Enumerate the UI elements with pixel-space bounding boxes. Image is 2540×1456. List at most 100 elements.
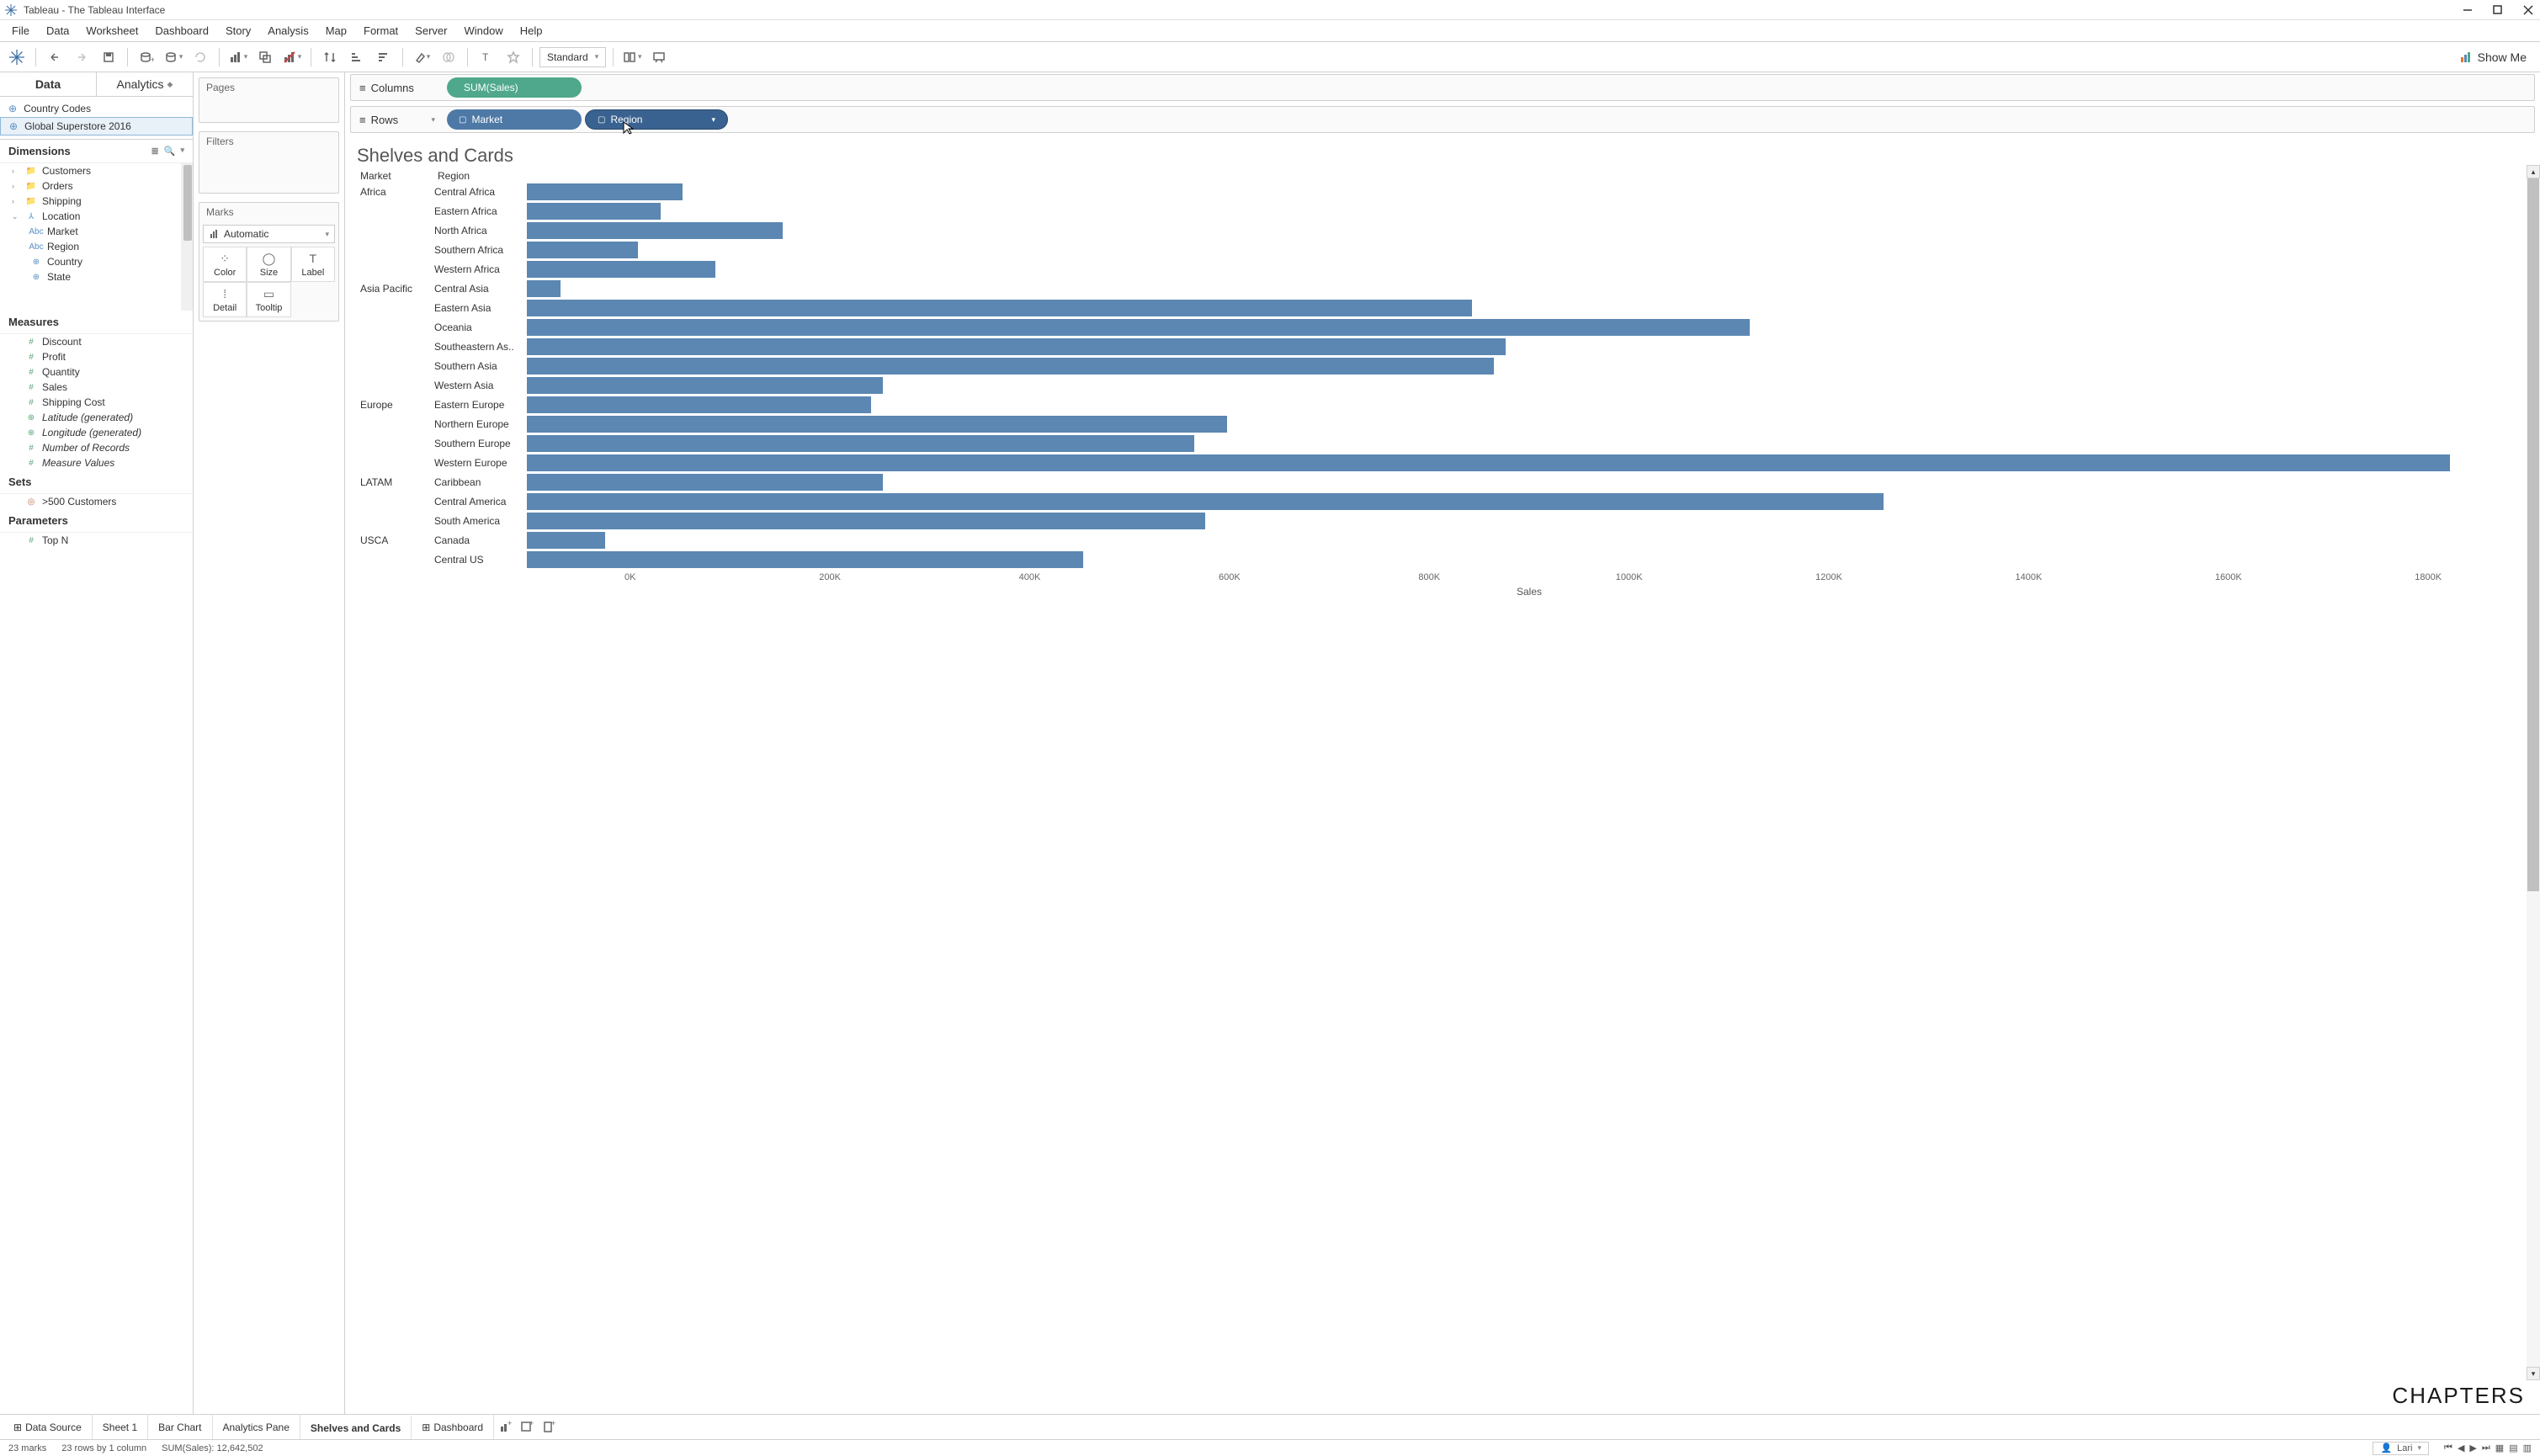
pill-region[interactable]: ▢Region▾ [585, 109, 728, 130]
menu-analysis[interactable]: Analysis [259, 20, 316, 41]
field-item[interactable]: #Number of Records [0, 440, 193, 455]
minimize-button[interactable] [2461, 3, 2474, 17]
field-item[interactable]: #Top N [0, 533, 193, 548]
field-item[interactable]: #Quantity [0, 364, 193, 380]
new-datasource-button[interactable]: + [135, 45, 158, 69]
menu-format[interactable]: Format [355, 20, 407, 41]
chart-row[interactable]: South America [357, 511, 2528, 530]
mark-label-button[interactable]: TLabel [291, 247, 335, 282]
bar[interactable] [527, 203, 661, 220]
search-icon[interactable]: 🔍 [164, 146, 176, 157]
redo-button[interactable] [70, 45, 93, 69]
chart-row[interactable]: Asia PacificCentral Asia [357, 279, 2528, 298]
duplicate-button[interactable] [253, 45, 277, 69]
menu-window[interactable]: Window [455, 20, 511, 41]
bar[interactable] [527, 551, 1083, 568]
nav-last-icon[interactable]: ⏭ [2482, 1443, 2490, 1453]
field-item[interactable]: #Shipping Cost [0, 395, 193, 410]
menu-server[interactable]: Server [407, 20, 455, 41]
sheet-tab[interactable]: Shelves and Cards [300, 1415, 412, 1439]
field-item[interactable]: #Discount [0, 334, 193, 349]
bar[interactable] [527, 222, 783, 239]
chart-row[interactable]: Southeastern As.. [357, 337, 2528, 356]
bar[interactable] [527, 300, 1472, 316]
tab-data-source[interactable]: ⊞Data Source [3, 1415, 93, 1439]
bar[interactable] [527, 319, 1750, 336]
menu-data[interactable]: Data [38, 20, 77, 41]
bar[interactable] [527, 242, 638, 258]
mark-type-dropdown[interactable]: Automatic ▾ [203, 225, 335, 243]
bar[interactable] [527, 416, 1227, 433]
field-item[interactable]: ›📁Orders [0, 178, 193, 194]
bar[interactable] [527, 338, 1506, 355]
labels-button[interactable]: T [475, 45, 498, 69]
datasource-item[interactable]: ⊕Country Codes [0, 100, 193, 117]
scroll-up-icon[interactable]: ▴ [2527, 165, 2540, 178]
sort-desc-button[interactable] [372, 45, 396, 69]
highlight-button[interactable]: ▾ [410, 45, 433, 69]
pill-market[interactable]: ▢Market [447, 109, 582, 130]
chart-row[interactable]: Western Asia [357, 375, 2528, 395]
tab-analytics[interactable]: Analytics◆ [97, 72, 193, 96]
chart-row[interactable]: Southern Europe [357, 433, 2528, 453]
view-grid-icon[interactable]: ▦ [2495, 1443, 2504, 1453]
view-list-icon[interactable]: ▥ [2523, 1443, 2532, 1453]
bar[interactable] [527, 396, 871, 413]
bar[interactable] [527, 261, 715, 278]
field-item[interactable]: ›📁Shipping [0, 194, 193, 209]
chart-row[interactable]: EuropeEastern Europe [357, 395, 2528, 414]
chart-row[interactable]: Northern Europe [357, 414, 2528, 433]
field-item[interactable]: #Sales [0, 380, 193, 395]
nav-prev-icon[interactable]: ◀ [2458, 1443, 2464, 1453]
fit-dropdown[interactable]: Standard▾ [539, 47, 606, 67]
refresh-button[interactable] [189, 45, 212, 69]
sheet-tab[interactable]: Bar Chart [148, 1415, 212, 1439]
field-item[interactable]: ⊕Longitude (generated) [0, 425, 193, 440]
new-worksheet-button[interactable]: ▾ [226, 45, 250, 69]
menu-story[interactable]: Story [217, 20, 259, 41]
pin-button[interactable] [502, 45, 525, 69]
chart-row[interactable]: Central US [357, 550, 2528, 569]
chart-row[interactable]: Western Africa [357, 259, 2528, 279]
tab-dashboard[interactable]: ⊞Dashboard [412, 1415, 494, 1439]
mark-size-button[interactable]: ◯Size [247, 247, 290, 282]
chart-row[interactable]: USCACanada [357, 530, 2528, 550]
field-item[interactable]: #Measure Values [0, 455, 193, 470]
menu-help[interactable]: Help [512, 20, 551, 41]
new-worksheet-icon[interactable]: + [494, 1421, 516, 1434]
sheet-tab[interactable]: Analytics Pane [213, 1415, 300, 1439]
maximize-button[interactable] [2491, 3, 2505, 17]
bar[interactable] [527, 435, 1194, 452]
view-filmstrip-icon[interactable]: ▤ [2509, 1443, 2517, 1453]
menu-map[interactable]: Map [317, 20, 355, 41]
bar[interactable] [527, 454, 2450, 471]
scrollbar-thumb[interactable] [2527, 178, 2539, 891]
header-region[interactable]: Region [438, 170, 530, 182]
show-me-button[interactable]: Show Me [2451, 50, 2535, 64]
new-dashboard-icon[interactable]: + [516, 1421, 538, 1434]
rows-shelf[interactable]: ≡Rows▾ ▢Market▢Region▾ [350, 106, 2535, 133]
swap-button[interactable] [318, 45, 342, 69]
pages-card[interactable]: Pages [199, 77, 339, 123]
nav-first-icon[interactable]: ⏮ [2444, 1443, 2452, 1453]
user-dropdown[interactable]: 👤Lari▾ [2373, 1442, 2429, 1455]
save-button[interactable] [97, 45, 120, 69]
presentation-button[interactable] [647, 45, 671, 69]
bar[interactable] [527, 474, 883, 491]
bar[interactable] [527, 183, 683, 200]
sort-asc-button[interactable] [345, 45, 369, 69]
field-item[interactable]: ⊕Country [0, 254, 193, 269]
menu-worksheet[interactable]: Worksheet [77, 20, 146, 41]
chart-row[interactable]: North Africa [357, 221, 2528, 240]
chart-row[interactable]: Central America [357, 492, 2528, 511]
datasource-item[interactable]: ⊕Global Superstore 2016 [0, 117, 193, 136]
menu-caret-icon[interactable]: ▾ [180, 146, 184, 157]
close-button[interactable] [2521, 3, 2535, 17]
cards-button[interactable]: ▾ [620, 45, 644, 69]
chart-row[interactable]: Eastern Asia [357, 298, 2528, 317]
filters-card[interactable]: Filters [199, 131, 339, 194]
chart-row[interactable]: AfricaCentral Africa [357, 182, 2528, 201]
nav-next-icon[interactable]: ▶ [2469, 1443, 2476, 1453]
mark-color-button[interactable]: ⁘Color [203, 247, 247, 282]
undo-button[interactable] [43, 45, 66, 69]
